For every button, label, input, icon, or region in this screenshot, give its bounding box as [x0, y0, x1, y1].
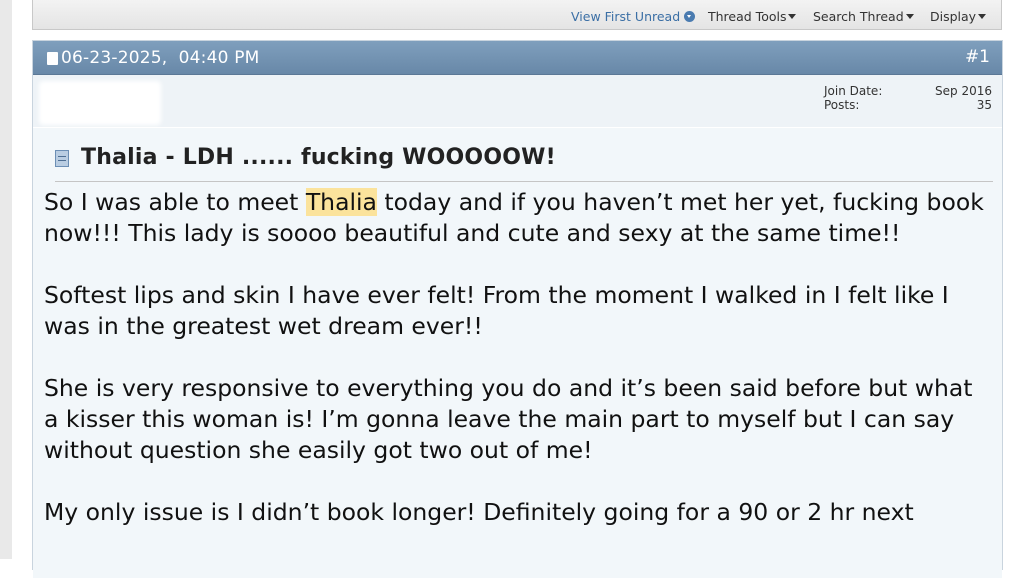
- search-thread-menu[interactable]: Search Thread: [813, 9, 914, 24]
- post-title: Thalia - LDH ...... fucking WOOOOOW!: [81, 145, 556, 170]
- caret-down-icon: [905, 14, 914, 19]
- thread-toolbar: View First Unread Thread Tools Search Th…: [32, 0, 1002, 30]
- message-paragraph: She is very responsive to everything you…: [44, 374, 973, 464]
- posts-label: Posts:: [824, 98, 860, 112]
- post-title-row: Thalia - LDH ...... fucking WOOOOOW!: [55, 145, 993, 182]
- message-paragraph: So I was able to meet Thalia today and i…: [44, 187, 994, 249]
- post-datetime: 06-23-2025, 04:40 PM: [61, 48, 260, 68]
- display-menu[interactable]: Display: [930, 9, 987, 24]
- display-label: Display: [930, 9, 977, 24]
- message-paragraph: Softest lips and skin I have ever felt! …: [44, 281, 949, 340]
- message-paragraph: My only issue is I didn’t book longer! D…: [44, 498, 914, 526]
- document-icon: [47, 52, 58, 65]
- caret-down-icon: [788, 14, 797, 19]
- join-date-value: Sep 2016: [935, 84, 992, 98]
- view-first-unread-link[interactable]: View First Unread: [571, 9, 696, 24]
- post-number-link[interactable]: #1: [965, 47, 990, 67]
- info-icon: [684, 11, 696, 22]
- caret-down-icon: [978, 14, 987, 19]
- post-header: 06-23-2025, 04:40 PM #1: [33, 41, 1002, 75]
- post-date: 06-23-2025,: [61, 48, 168, 68]
- thread-tools-menu[interactable]: Thread Tools: [708, 9, 797, 24]
- view-first-unread-label: View First Unread: [571, 9, 681, 24]
- posts-count: 35: [976, 98, 992, 112]
- thread-tools-label: Thread Tools: [708, 9, 787, 24]
- text-segment: So I was able to meet: [44, 188, 306, 216]
- highlighted-term: Thalia: [305, 188, 377, 216]
- user-info: Join Date: Sep 2016 Posts: 35: [33, 75, 1002, 127]
- left-gutter: [0, 0, 12, 559]
- post-body: Thalia - LDH ...... fucking WOOOOOW! So …: [33, 128, 1002, 578]
- search-thread-label: Search Thread: [813, 9, 904, 24]
- post: 06-23-2025, 04:40 PM #1 Join Date: Sep 2…: [32, 40, 1003, 578]
- join-date-label: Join Date:: [824, 84, 883, 98]
- post-time: 04:40 PM: [178, 48, 260, 68]
- document-lines-icon: [55, 150, 69, 167]
- redacted-username: [39, 81, 161, 125]
- post-message: So I was able to meet Thalia today and i…: [44, 187, 994, 559]
